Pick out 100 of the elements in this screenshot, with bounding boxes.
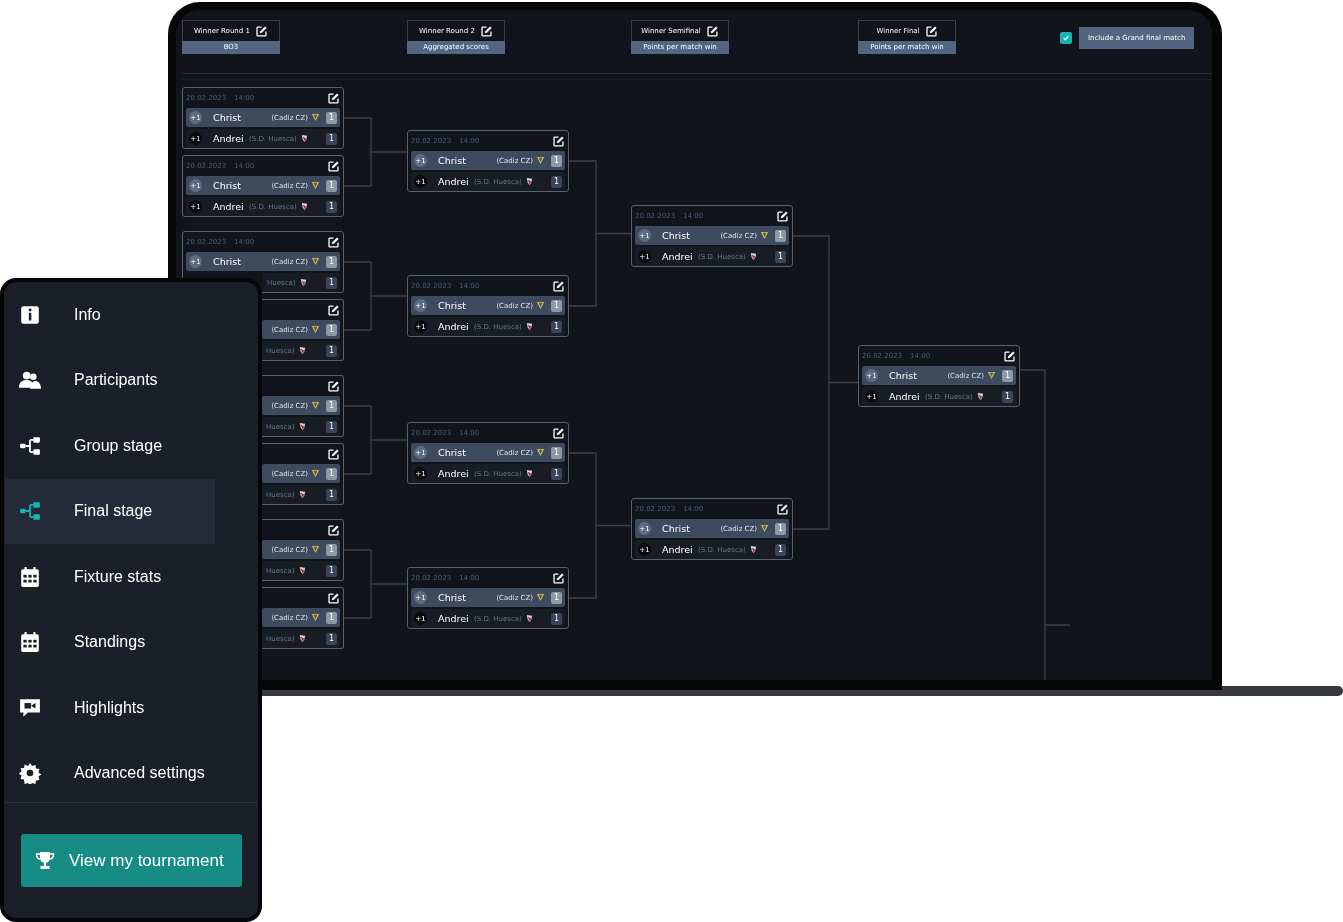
bracket-icon [19, 500, 41, 523]
player-name: Andrei [662, 251, 693, 262]
player-name: Christ [438, 300, 466, 311]
score: 1 [326, 323, 337, 336]
crest-icon [748, 252, 758, 261]
score: 1 [775, 522, 786, 535]
edit-icon[interactable] [327, 591, 340, 605]
edit-icon[interactable] [552, 571, 565, 585]
edit-icon[interactable] [776, 502, 789, 516]
crest-icon [975, 392, 985, 401]
sidebar-item[interactable]: Group stage [5, 413, 215, 479]
edit-icon[interactable] [327, 235, 340, 249]
score: 1 [775, 250, 786, 263]
people-icon [19, 369, 41, 392]
edit-icon[interactable] [327, 447, 340, 461]
player-name: Christ [438, 447, 466, 458]
score: 1 [326, 564, 337, 577]
score: 1 [326, 255, 337, 268]
sidebar-item[interactable]: Fixture stats [5, 544, 215, 610]
sidebar-item[interactable]: Final stage [5, 478, 215, 544]
sidebar-item[interactable]: Standings [5, 609, 215, 675]
player-name: Christ [213, 112, 241, 123]
crest-icon [311, 257, 320, 266]
edit-icon[interactable] [254, 24, 268, 38]
player-name: Andrei [438, 468, 469, 479]
crest-icon [987, 371, 996, 380]
score: 1 [326, 543, 337, 556]
grand-final-checkbox[interactable] [1060, 32, 1072, 44]
crest-icon [536, 156, 545, 165]
player-name: Christ [438, 592, 466, 603]
edit-icon[interactable] [479, 24, 493, 38]
crest-icon [536, 593, 545, 602]
sidebar-item[interactable]: Highlights [5, 675, 215, 741]
score: 1 [551, 467, 562, 480]
edit-icon[interactable] [552, 426, 565, 440]
edit-icon[interactable] [924, 24, 938, 38]
crest-icon [298, 278, 308, 287]
score: 1 [551, 591, 562, 604]
score: 1 [326, 344, 337, 357]
score: 1 [326, 132, 337, 145]
edit-icon[interactable] [327, 303, 340, 317]
calendar-icon [19, 565, 41, 588]
crest-icon [524, 177, 534, 186]
player-name: Christ [213, 256, 241, 267]
crest-icon [297, 566, 307, 575]
crest-icon [524, 614, 534, 623]
sidebar-item[interactable]: Participants [5, 347, 215, 413]
player-name: Christ [662, 523, 690, 534]
player-name: Andrei [438, 613, 469, 624]
edit-icon[interactable] [1003, 349, 1016, 363]
player-name: Christ [662, 230, 690, 241]
crest-icon [311, 181, 320, 190]
score: 1 [1002, 369, 1013, 382]
score: 1 [326, 179, 337, 192]
edit-icon[interactable] [327, 523, 340, 537]
bracket-icon [19, 434, 41, 457]
edit-icon[interactable] [327, 159, 340, 173]
player-name: Andrei [438, 176, 469, 187]
score: 1 [326, 611, 337, 624]
crest-icon [311, 545, 320, 554]
score: 1 [326, 276, 337, 289]
score: 1 [551, 612, 562, 625]
player-name: Andrei [889, 391, 920, 402]
player-name: Andrei [213, 133, 244, 144]
edit-icon[interactable] [552, 134, 565, 148]
crest-icon [311, 325, 320, 334]
trophy-icon [35, 850, 55, 871]
video-icon [19, 696, 41, 719]
player-name: Christ [213, 180, 241, 191]
crest-icon [760, 524, 769, 533]
view-tournament-button[interactable]: View my tournament [21, 834, 242, 887]
crest-icon [297, 634, 307, 643]
connector-line [343, 117, 408, 187]
player-name: Andrei [213, 201, 244, 212]
crest-icon [297, 346, 307, 355]
crest-icon [299, 202, 309, 211]
edit-icon[interactable] [705, 24, 719, 38]
calendar-icon [19, 631, 41, 654]
info-icon [19, 303, 41, 326]
sidebar-item[interactable]: Info [5, 282, 215, 348]
score: 1 [1002, 390, 1013, 403]
edit-icon[interactable] [776, 209, 789, 223]
sidebar-item[interactable]: Advanced settings [5, 740, 215, 806]
score: 1 [326, 488, 337, 501]
score: 1 [775, 229, 786, 242]
edit-icon[interactable] [327, 379, 340, 393]
crest-icon [748, 545, 758, 554]
player-name: Christ [889, 370, 917, 381]
score: 1 [326, 467, 337, 480]
crest-icon [311, 113, 320, 122]
score: 1 [326, 111, 337, 124]
edit-icon[interactable] [327, 91, 340, 105]
score: 1 [551, 299, 562, 312]
crest-icon [311, 469, 320, 478]
crest-icon [760, 231, 769, 240]
score: 1 [551, 320, 562, 333]
crest-icon [524, 469, 534, 478]
settings-icon [19, 762, 41, 785]
score: 1 [326, 200, 337, 213]
edit-icon[interactable] [552, 279, 565, 293]
